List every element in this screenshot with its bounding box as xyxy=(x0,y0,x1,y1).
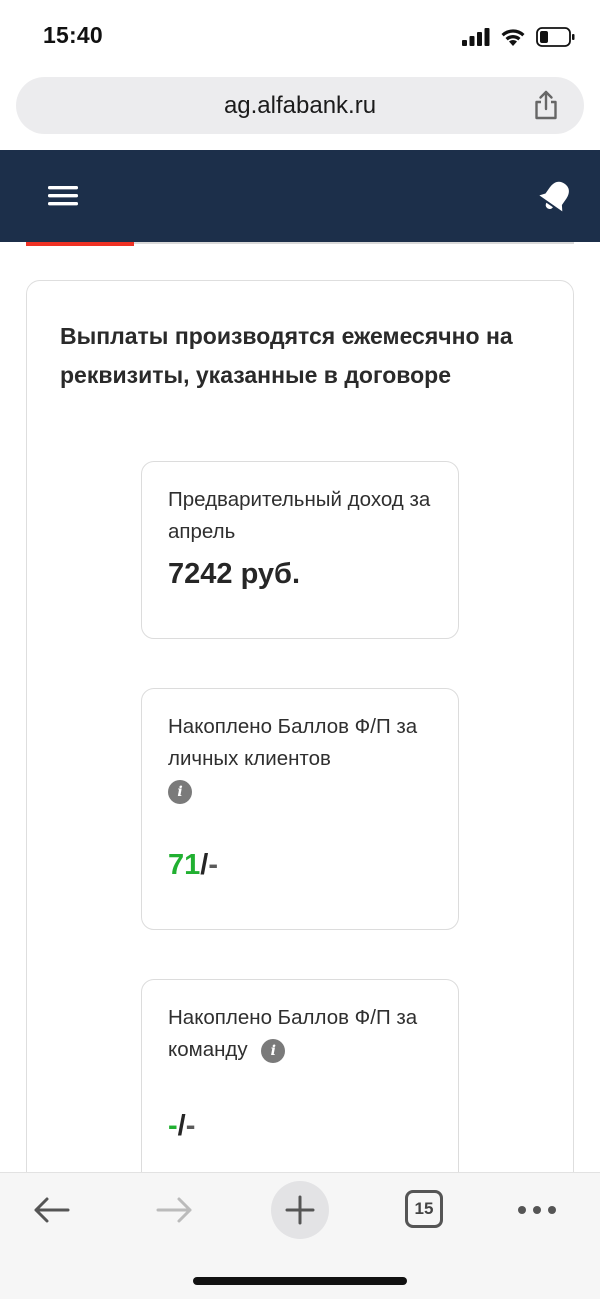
home-indicator xyxy=(193,1277,407,1285)
plus-icon xyxy=(285,1195,315,1225)
personal-points-value-main: 71 xyxy=(168,849,201,881)
team-points-value-rest: - xyxy=(185,1110,196,1142)
app-header xyxy=(0,150,600,242)
personal-points-card: Накоплено Баллов Ф/П за личных клиентов … xyxy=(141,688,459,930)
tabs-button[interactable]: 15 xyxy=(405,1190,443,1228)
arrow-right-icon xyxy=(156,1197,192,1223)
bell-icon[interactable] xyxy=(536,176,576,216)
address-bar[interactable]: ag.alfabank.ru xyxy=(16,77,584,134)
share-icon[interactable] xyxy=(530,89,562,121)
payouts-card: Выплаты производятся ежемесячно на рекви… xyxy=(26,280,574,1282)
battery-icon xyxy=(536,27,575,47)
personal-points-label-text: Накоплено Баллов Ф/П за личных клиентов xyxy=(168,715,418,770)
team-points-value-sep: / xyxy=(177,1110,186,1142)
more-button[interactable] xyxy=(512,1193,562,1227)
team-points-label: Накоплено Баллов Ф/П за команду i xyxy=(168,1002,448,1066)
wifi-icon xyxy=(501,28,525,46)
personal-points-label: Накоплено Баллов Ф/П за личных клиентов … xyxy=(168,711,448,807)
card-heading: Выплаты производятся ежемесячно на рекви… xyxy=(60,323,513,388)
income-stat-card: Предварительный доход за апрель 7242 руб… xyxy=(141,461,459,639)
status-bar: 15:40 xyxy=(0,0,600,72)
arrow-left-icon xyxy=(34,1197,70,1223)
back-button[interactable] xyxy=(26,1189,76,1231)
new-tab-button[interactable] xyxy=(271,1181,329,1239)
status-time: 15:40 xyxy=(43,22,103,48)
status-icons xyxy=(462,24,576,50)
personal-points-value: 71/- xyxy=(168,849,218,882)
personal-points-value-rest: - xyxy=(208,849,218,881)
team-points-value-main: - xyxy=(168,1110,178,1142)
team-points-label-text: Накоплено Баллов Ф/П за команду xyxy=(168,1006,418,1061)
url-text[interactable]: ag.alfabank.ru xyxy=(16,92,584,120)
income-value: 7242 руб. xyxy=(168,558,301,590)
team-points-value: -/- xyxy=(168,1110,195,1143)
info-icon[interactable]: i xyxy=(168,779,192,804)
income-label: Предварительный доход за апрель xyxy=(168,488,431,543)
forward-button[interactable] xyxy=(150,1189,200,1231)
more-dots-icon xyxy=(518,1206,556,1214)
info-icon[interactable]: i xyxy=(261,1038,286,1063)
active-tab-indicator xyxy=(26,242,134,246)
signal-icon xyxy=(462,28,490,46)
menu-icon[interactable] xyxy=(44,178,82,214)
